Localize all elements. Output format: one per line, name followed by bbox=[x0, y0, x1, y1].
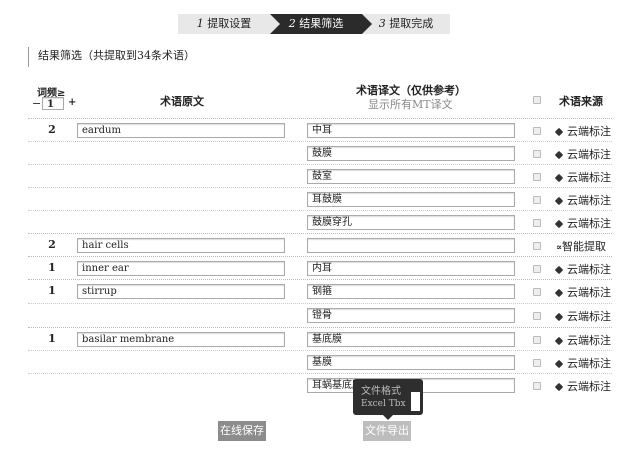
row-divider bbox=[28, 164, 612, 165]
row-checkbox[interactable] bbox=[533, 242, 541, 250]
term-frequency: 2 bbox=[48, 238, 56, 251]
source-term-input[interactable]: eardum bbox=[77, 123, 285, 138]
select-all-checkbox[interactable] bbox=[533, 96, 541, 104]
tag-icon bbox=[554, 382, 564, 392]
tooltip-title: 文件格式 bbox=[361, 386, 401, 397]
term-origin: 云端标注 bbox=[554, 261, 611, 277]
tag-icon bbox=[554, 265, 564, 275]
tag-icon bbox=[554, 312, 564, 322]
row-divider bbox=[28, 233, 612, 234]
term-frequency: 1 bbox=[48, 284, 56, 297]
target-term-input[interactable]: 基膜 bbox=[307, 355, 515, 370]
source-column-header: 术语原文 bbox=[160, 95, 204, 108]
tag-icon bbox=[554, 336, 564, 346]
row-checkbox[interactable] bbox=[533, 150, 541, 158]
origin-label: 云端标注 bbox=[567, 125, 611, 138]
step-3: 3 提取完成 bbox=[378, 17, 434, 30]
format-option-excel-tbx[interactable]: Excel Tbx bbox=[361, 399, 406, 409]
term-origin: 云端标注 bbox=[554, 192, 611, 208]
origin-label: 云端标注 bbox=[567, 286, 611, 299]
row-divider bbox=[28, 279, 612, 280]
origin-label: 云端标注 bbox=[567, 171, 611, 184]
row-checkbox[interactable] bbox=[533, 265, 541, 273]
tag-icon bbox=[554, 173, 564, 183]
export-file-button[interactable]: 文件导出 bbox=[363, 421, 411, 441]
target-term-input[interactable]: 基底膜 bbox=[307, 332, 515, 347]
export-format-tooltip: 文件格式 Excel Tbx bbox=[353, 379, 423, 420]
freq-decrement[interactable]: − bbox=[32, 97, 41, 110]
format-select-box[interactable] bbox=[411, 392, 420, 411]
row-divider bbox=[28, 373, 612, 374]
row-checkbox[interactable] bbox=[533, 359, 541, 367]
target-term-input[interactable]: 鼓膜穿孔 bbox=[307, 215, 515, 230]
term-frequency: 1 bbox=[48, 261, 56, 274]
tag-icon bbox=[554, 219, 564, 229]
step-1: 1 提取设置 bbox=[196, 17, 252, 30]
row-checkbox[interactable] bbox=[533, 219, 541, 227]
term-origin: 云端标注 bbox=[554, 123, 611, 139]
target-term-input[interactable]: 耳鼓膜 bbox=[307, 192, 515, 207]
term-origin: 云端标注 bbox=[554, 169, 611, 185]
origin-column-header: 术语来源 bbox=[559, 95, 603, 108]
tag-icon bbox=[554, 359, 564, 369]
origin-label: 云端标注 bbox=[567, 334, 611, 347]
origin-label: 云端标注 bbox=[567, 148, 611, 161]
row-checkbox[interactable] bbox=[533, 196, 541, 204]
term-origin: 云端标注 bbox=[554, 378, 611, 394]
origin-label: 云端标注 bbox=[567, 194, 611, 207]
row-checkbox[interactable] bbox=[533, 288, 541, 296]
term-origin: 云端标注 bbox=[554, 215, 611, 231]
target-term-input[interactable]: 鼓膜 bbox=[307, 146, 515, 161]
row-checkbox[interactable] bbox=[533, 336, 541, 344]
term-frequency: 2 bbox=[48, 123, 56, 136]
freq-input[interactable]: 1 bbox=[42, 97, 64, 110]
source-term-input[interactable]: hair cells bbox=[77, 238, 285, 253]
target-term-input[interactable]: 鼓室 bbox=[307, 169, 515, 184]
row-divider bbox=[28, 118, 612, 119]
term-frequency: 1 bbox=[48, 332, 56, 345]
origin-label: 智能提取 bbox=[562, 240, 607, 253]
source-term-input[interactable]: basilar membrane bbox=[77, 332, 285, 347]
row-divider bbox=[28, 141, 612, 142]
row-divider bbox=[28, 210, 612, 211]
term-origin: ∝智能提取 bbox=[556, 238, 606, 254]
tooltip-arrow bbox=[383, 415, 393, 420]
source-term-input[interactable]: inner ear bbox=[77, 261, 285, 276]
origin-label: 云端标注 bbox=[567, 310, 611, 323]
row-divider bbox=[28, 187, 612, 188]
term-origin: 云端标注 bbox=[554, 146, 611, 162]
target-term-input[interactable]: 内耳 bbox=[307, 261, 515, 276]
target-term-input[interactable]: 钢箍 bbox=[307, 284, 515, 299]
row-divider bbox=[28, 256, 612, 257]
origin-label: 云端标注 bbox=[567, 217, 611, 230]
tag-icon bbox=[554, 288, 564, 298]
row-divider bbox=[28, 327, 612, 328]
row-checkbox[interactable] bbox=[533, 173, 541, 181]
term-origin: 云端标注 bbox=[554, 355, 611, 371]
target-term-input[interactable]: 镫骨 bbox=[307, 308, 515, 323]
page-title: 结果筛选（共提取到34条术语） bbox=[28, 47, 195, 67]
tag-icon bbox=[554, 127, 564, 137]
origin-label: 云端标注 bbox=[567, 357, 611, 370]
show-mt-link[interactable]: 显示所有MT译文 bbox=[368, 96, 453, 112]
source-term-input[interactable]: stirrup bbox=[77, 284, 285, 299]
term-origin: 云端标注 bbox=[554, 332, 611, 348]
row-divider bbox=[28, 303, 612, 304]
save-online-button[interactable]: 在线保存 bbox=[218, 421, 266, 441]
step-2: 2 结果筛选 bbox=[270, 14, 372, 34]
origin-label: 云端标注 bbox=[567, 263, 611, 276]
row-checkbox[interactable] bbox=[533, 127, 541, 135]
freq-increment[interactable]: + bbox=[68, 97, 76, 108]
row-divider bbox=[28, 350, 612, 351]
tag-icon bbox=[554, 150, 564, 160]
row-checkbox[interactable] bbox=[533, 382, 541, 390]
origin-label: 云端标注 bbox=[567, 380, 611, 393]
target-term-input[interactable] bbox=[307, 238, 515, 253]
tag-icon bbox=[554, 196, 564, 206]
term-origin: 云端标注 bbox=[554, 308, 611, 324]
target-term-input[interactable]: 中耳 bbox=[307, 123, 515, 138]
row-checkbox[interactable] bbox=[533, 312, 541, 320]
step-progress: 1 提取设置 2 结果筛选 3 提取完成 bbox=[178, 14, 450, 34]
term-origin: 云端标注 bbox=[554, 284, 611, 300]
